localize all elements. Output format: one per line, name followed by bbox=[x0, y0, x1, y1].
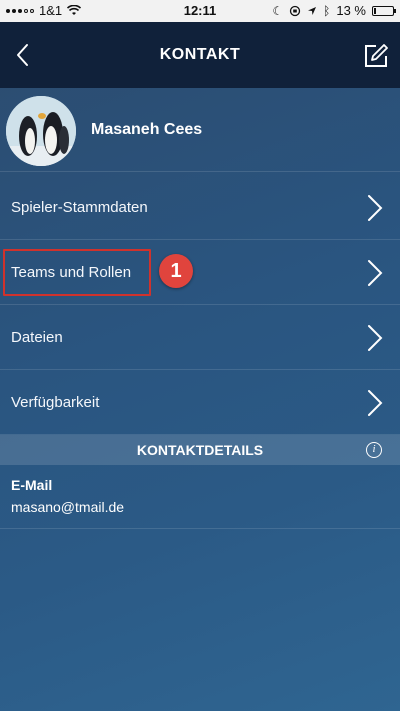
menu-item-player-master-data[interactable]: Spieler-Stammdaten bbox=[0, 175, 400, 240]
edit-button[interactable] bbox=[362, 42, 390, 70]
info-icon[interactable]: i bbox=[366, 442, 382, 458]
annotation-highlight-box bbox=[3, 249, 151, 296]
email-detail-row[interactable]: E-Mail masano@tmail.de bbox=[0, 465, 400, 529]
moon-icon: ☾ bbox=[272, 3, 284, 18]
navigation-bar: KONTAKT bbox=[0, 22, 400, 88]
back-button[interactable] bbox=[8, 40, 38, 70]
orientation-lock-icon bbox=[290, 5, 301, 16]
chevron-right-icon bbox=[368, 390, 383, 416]
battery-icon bbox=[372, 5, 396, 16]
profile-header: Masaneh Cees bbox=[0, 88, 400, 172]
email-label: E-Mail bbox=[11, 477, 53, 493]
location-icon bbox=[308, 6, 317, 15]
section-title: KONTAKTDETAILS bbox=[136, 442, 264, 458]
battery-fill bbox=[374, 7, 376, 14]
battery-percentage: 13 % bbox=[336, 3, 366, 18]
status-bar: 1&1 12:11 ☾ ᛒ 13 % bbox=[0, 0, 400, 22]
penguins-avatar bbox=[6, 96, 76, 166]
menu-item-files[interactable]: Dateien bbox=[0, 305, 400, 370]
email-value: masano@tmail.de bbox=[11, 499, 125, 515]
chevron-left-icon bbox=[17, 44, 28, 66]
menu-item-availability[interactable]: Verfügbarkeit bbox=[0, 370, 400, 435]
menu-item-label: Verfügbarkeit bbox=[11, 394, 100, 411]
status-right: ☾ ᛒ 13 % bbox=[272, 3, 396, 18]
contact-details-header: KONTAKTDETAILS i bbox=[0, 435, 400, 465]
menu-item-label: Dateien bbox=[11, 329, 63, 346]
chevron-right-icon bbox=[368, 260, 383, 286]
page-title: KONTAKT bbox=[159, 46, 241, 63]
menu-item-label: Spieler-Stammdaten bbox=[11, 199, 148, 216]
chevron-right-icon bbox=[368, 325, 383, 351]
chevron-right-icon bbox=[368, 195, 383, 221]
avatar bbox=[6, 96, 76, 166]
edit-icon bbox=[365, 44, 388, 67]
bluetooth-icon: ᛒ bbox=[323, 3, 331, 18]
contact-name: Masaneh Cees bbox=[91, 121, 203, 138]
annotation-step-badge: 1 bbox=[159, 254, 193, 288]
